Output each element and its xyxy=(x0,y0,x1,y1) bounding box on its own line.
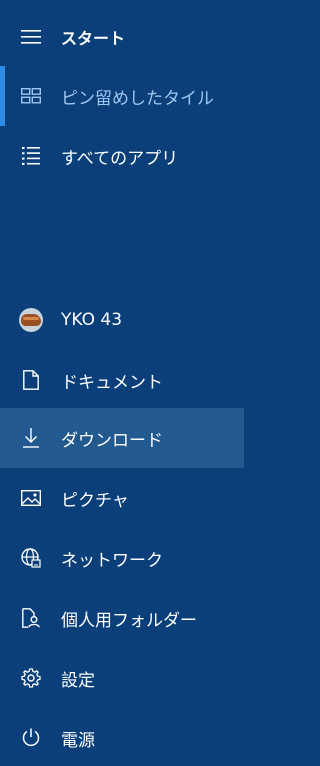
gear-icon xyxy=(19,666,43,690)
documents-item[interactable]: ドキュメント xyxy=(0,350,244,410)
picture-icon xyxy=(19,486,43,510)
documents-label: ドキュメント xyxy=(61,372,163,393)
all-apps-item[interactable]: すべてのアプリ xyxy=(0,126,244,186)
start-header-button[interactable]: スタート xyxy=(0,8,244,66)
avatar xyxy=(19,308,43,332)
personal-folder-item[interactable]: 個人用フォルダー xyxy=(0,588,244,648)
all-apps-label: すべてのアプリ xyxy=(61,148,179,169)
start-header-label: スタート xyxy=(61,29,126,48)
hamburger-icon xyxy=(19,25,43,49)
network-item[interactable]: ネットワーク xyxy=(0,528,244,588)
start-menu-sidebar: スタート ピン留めしたタイル すべてのアプリ YKO 43 ドキュメント ダウン… xyxy=(0,0,244,766)
power-icon xyxy=(19,726,43,750)
pinned-tiles-item[interactable]: ピン留めしたタイル xyxy=(0,66,244,126)
pictures-label: ピクチャ xyxy=(61,490,129,511)
network-icon xyxy=(19,546,43,570)
power-item[interactable]: 電源 xyxy=(0,708,244,766)
pictures-item[interactable]: ピクチャ xyxy=(0,468,244,528)
document-icon xyxy=(19,368,43,392)
power-label: 電源 xyxy=(61,730,95,751)
user-account-item[interactable]: YKO 43 xyxy=(0,290,244,350)
list-icon xyxy=(19,144,43,168)
user-folder-icon xyxy=(19,606,43,630)
personal-folder-label: 個人用フォルダー xyxy=(61,610,197,631)
settings-item[interactable]: 設定 xyxy=(0,648,244,708)
settings-label: 設定 xyxy=(61,670,95,691)
download-icon xyxy=(19,426,43,450)
downloads-label: ダウンロード xyxy=(61,430,163,451)
pinned-tiles-label: ピン留めしたタイル xyxy=(61,88,214,109)
tiles-icon xyxy=(19,84,43,108)
user-name-label: YKO 43 xyxy=(61,310,123,330)
downloads-item[interactable]: ダウンロード xyxy=(0,408,244,468)
network-label: ネットワーク xyxy=(61,550,163,571)
selection-indicator xyxy=(0,66,5,126)
